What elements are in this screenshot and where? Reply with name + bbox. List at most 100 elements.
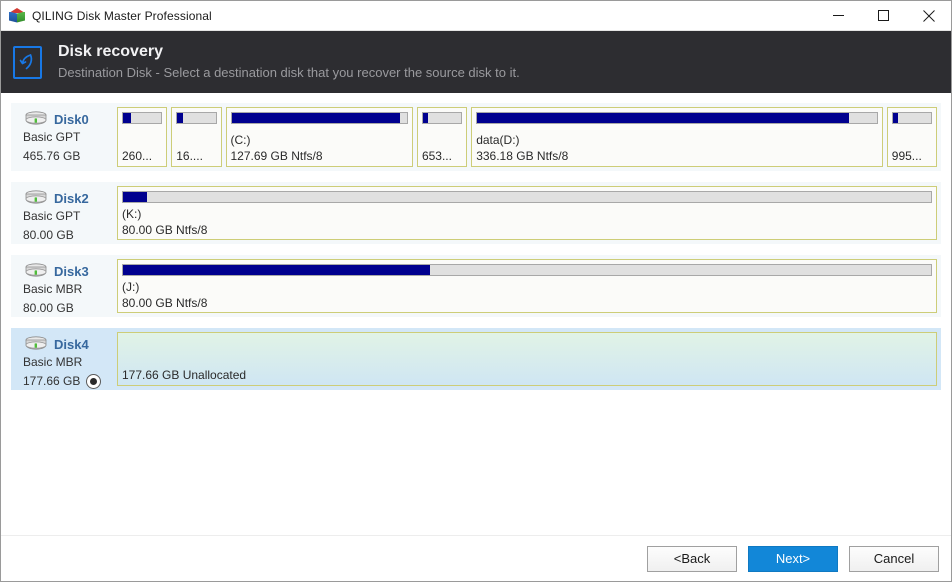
disk-header: Disk2: [23, 189, 117, 207]
title-bar: QILING Disk Master Professional: [1, 1, 951, 31]
partition-size-label: 653...: [421, 149, 452, 163]
back-button[interactable]: <Back: [647, 545, 737, 572]
partition-usage-fill: [422, 113, 429, 123]
disk-size-row: 80.00 GB: [23, 299, 117, 318]
partition-volume-label: (C:): [230, 133, 251, 147]
disk-info: Disk2 Basic GPT 80.00 GB: [17, 186, 117, 242]
partition-size-label: 260...: [122, 149, 153, 163]
partition-usage-bar: [421, 112, 463, 124]
page-title: Disk recovery: [58, 42, 163, 60]
disk-info: Disk0 Basic GPT 465.76 GB: [17, 107, 117, 167]
disk-row[interactable]: Disk2 Basic GPT 80.00 GB (K:) 80.00 GB Ntfs/…: [11, 182, 941, 244]
next-button[interactable]: Next>: [748, 545, 838, 572]
hard-drive-icon: [23, 336, 49, 352]
partition-size-label: 177.66 GB Unallocated: [122, 368, 247, 382]
disk-header: Disk3: [23, 262, 117, 280]
partition-labels: 16....: [176, 127, 216, 164]
disk-size: 80.00 GB: [23, 301, 74, 315]
partition-box[interactable]: 16....: [171, 107, 222, 167]
disk-size: 80.00 GB: [23, 228, 74, 242]
partition-volume-label: (K:): [122, 207, 142, 221]
partition-usage-bar: [176, 112, 217, 124]
partition-size-label: 80.00 GB Ntfs/8: [122, 295, 208, 310]
disk-name: Disk2: [54, 190, 89, 206]
disk-size-row: 80.00 GB: [23, 226, 117, 245]
disk-row[interactable]: Disk4 Basic MBR 177.66 GB 177.66 GB Unalloc…: [11, 328, 941, 390]
partition-box[interactable]: 260...: [117, 107, 168, 167]
disk-select-radio[interactable]: [86, 374, 102, 389]
disk-type: Basic GPT: [23, 209, 81, 223]
hard-drive-icon: [23, 190, 49, 206]
partition-usage-bar: [122, 191, 932, 203]
partition-box[interactable]: 177.66 GB Unallocated: [117, 332, 937, 386]
partition-labels: 260...: [122, 127, 162, 164]
partition-box[interactable]: 995...: [886, 107, 938, 167]
disk-size: 177.66 GB: [23, 374, 81, 388]
partition-size-label: 336.18 GB Ntfs/8: [476, 149, 569, 163]
partition-labels: (J:) 80.00 GB Ntfs/8: [122, 279, 932, 310]
partition-usage-bar: [891, 112, 933, 124]
disk-size-row: 465.76 GB: [23, 147, 117, 166]
partition-labels: (K:) 80.00 GB Ntfs/8: [122, 206, 932, 237]
partition-size-label: 80.00 GB Ntfs/8: [122, 222, 208, 237]
application-window: QILING Disk Master Professional Disk rec…: [0, 0, 952, 582]
window-title: QILING Disk Master Professional: [32, 8, 212, 23]
disk-list: Disk0 Basic GPT 465.76 GB 260... 16.... (C:) 1…: [1, 93, 951, 535]
hard-drive-icon: [23, 111, 49, 127]
disk-info: Disk4 Basic MBR 177.66 GB: [17, 332, 117, 389]
cancel-button[interactable]: Cancel: [849, 545, 939, 572]
disk-info: Disk3 Basic MBR 80.00 GB: [17, 259, 117, 315]
disk-size: 465.76 GB: [23, 149, 81, 163]
disk-type: Basic GPT: [23, 130, 81, 144]
partition-size-label: 127.69 GB Ntfs/8: [230, 149, 323, 163]
partition-labels: data(D:) 336.18 GB Ntfs/8: [476, 127, 878, 164]
maximize-icon[interactable]: [861, 1, 906, 30]
partition-usage-fill: [123, 192, 148, 202]
partition-strip: (K:) 80.00 GB Ntfs/8: [117, 186, 937, 240]
partition-usage-fill: [123, 265, 431, 275]
partition-usage-bar: [122, 112, 163, 124]
partition-box[interactable]: data(D:) 336.18 GB Ntfs/8: [471, 107, 883, 167]
close-icon[interactable]: [906, 1, 951, 30]
partition-box[interactable]: 653...: [416, 107, 468, 167]
disk-type: Basic MBR: [23, 282, 83, 296]
partition-labels: 653...: [422, 127, 462, 164]
recovery-swoosh-icon: [13, 45, 42, 79]
disk-name: Disk3: [54, 263, 89, 279]
partition-size-label: 995...: [891, 149, 922, 163]
page-header: Disk recovery Destination Disk - Select …: [1, 31, 951, 93]
disk-header: Disk4: [23, 335, 117, 353]
disk-name: Disk0: [54, 111, 89, 127]
cube-icon: [9, 7, 25, 24]
disk-name: Disk4: [54, 336, 89, 352]
footer-buttons: <Back Next> Cancel: [1, 535, 951, 581]
partition-strip: 260... 16.... (C:) 127.69 GB Ntfs/8 653... da…: [117, 107, 938, 167]
disk-row[interactable]: Disk3 Basic MBR 80.00 GB (J:) 80.00 GB Ntfs/…: [11, 255, 941, 317]
partition-usage-fill: [231, 113, 400, 123]
partition-labels: 177.66 GB Unallocated: [122, 337, 932, 383]
partition-box[interactable]: (J:) 80.00 GB Ntfs/8: [117, 259, 937, 313]
partition-labels: 995...: [892, 127, 932, 164]
partition-volume-label: (J:): [122, 280, 140, 294]
window-controls: [816, 1, 951, 30]
partition-usage-fill: [477, 113, 849, 123]
disk-header: Disk0: [23, 110, 117, 128]
disk-size-row: 177.66 GB: [23, 372, 117, 391]
partition-usage-bar: [230, 112, 408, 124]
partition-labels: (C:) 127.69 GB Ntfs/8: [231, 127, 408, 164]
partition-volume-label: data(D:): [476, 133, 520, 147]
minimize-icon[interactable]: [816, 1, 861, 30]
partition-strip: 177.66 GB Unallocated: [117, 332, 937, 386]
partition-box[interactable]: (K:) 80.00 GB Ntfs/8: [117, 186, 937, 240]
partition-box[interactable]: (C:) 127.69 GB Ntfs/8: [225, 107, 413, 167]
hard-drive-icon: [23, 263, 49, 279]
partition-usage-bar: [476, 112, 878, 124]
partition-size-label: 16....: [176, 149, 203, 163]
page-subtitle: Destination Disk - Select a destination …: [58, 64, 520, 80]
partition-usage-fill: [177, 113, 183, 123]
disk-type: Basic MBR: [23, 355, 83, 369]
disk-row[interactable]: Disk0 Basic GPT 465.76 GB 260... 16.... (C:) 1…: [11, 103, 941, 171]
partition-strip: (J:) 80.00 GB Ntfs/8: [117, 259, 937, 313]
partition-usage-fill: [123, 113, 132, 123]
partition-usage-bar: [122, 264, 932, 276]
